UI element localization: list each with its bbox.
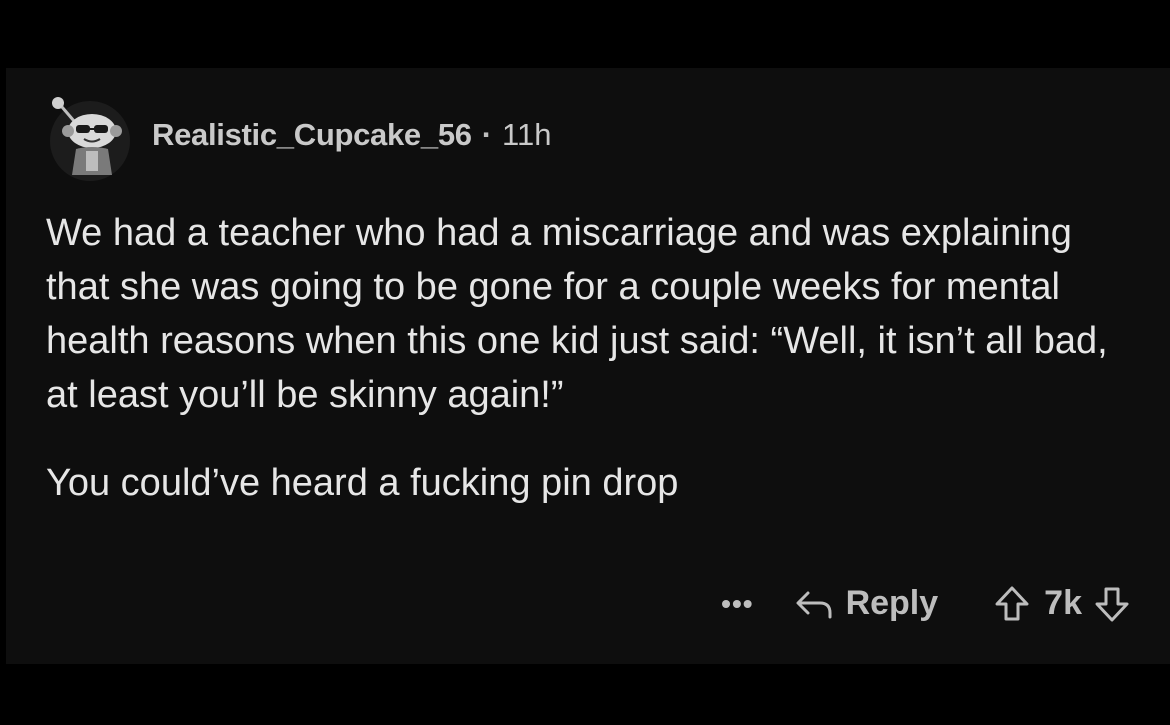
comment-age: 11h	[502, 117, 552, 152]
snoo-avatar-icon	[50, 97, 130, 181]
vote-score: 7k	[1044, 584, 1082, 622]
vote-controls: 7k	[994, 584, 1130, 623]
meta-separator: ·	[481, 117, 493, 152]
comment-paragraph: You could’ve heard a fucking pin drop	[46, 462, 679, 504]
comment-paragraph: We had a teacher who had a miscarriage a…	[46, 212, 1108, 416]
avatar[interactable]	[40, 89, 132, 181]
author-username[interactable]: Realistic_Cupcake_56	[152, 117, 472, 153]
comment-card: Realistic_Cupcake_56 · 11h We had a teac…	[6, 68, 1170, 664]
more-options-button[interactable]: •••	[721, 588, 753, 620]
comment-actions: ••• Reply 7k	[721, 584, 1130, 623]
upvote-button[interactable]	[994, 585, 1030, 623]
downvote-arrow-icon	[1095, 587, 1129, 621]
upvote-arrow-icon	[995, 586, 1029, 620]
reply-label: Reply	[845, 584, 939, 622]
reply-button[interactable]: Reply	[794, 584, 939, 623]
comment-meta: Realistic_Cupcake_56 · 11h	[152, 117, 551, 153]
reply-arrow-icon	[796, 591, 832, 618]
downvote-button[interactable]	[1094, 585, 1130, 623]
comment-header: Realistic_Cupcake_56 · 11h	[40, 89, 551, 181]
comment-body: We had a teacher who had a miscarriage a…	[46, 206, 1136, 510]
